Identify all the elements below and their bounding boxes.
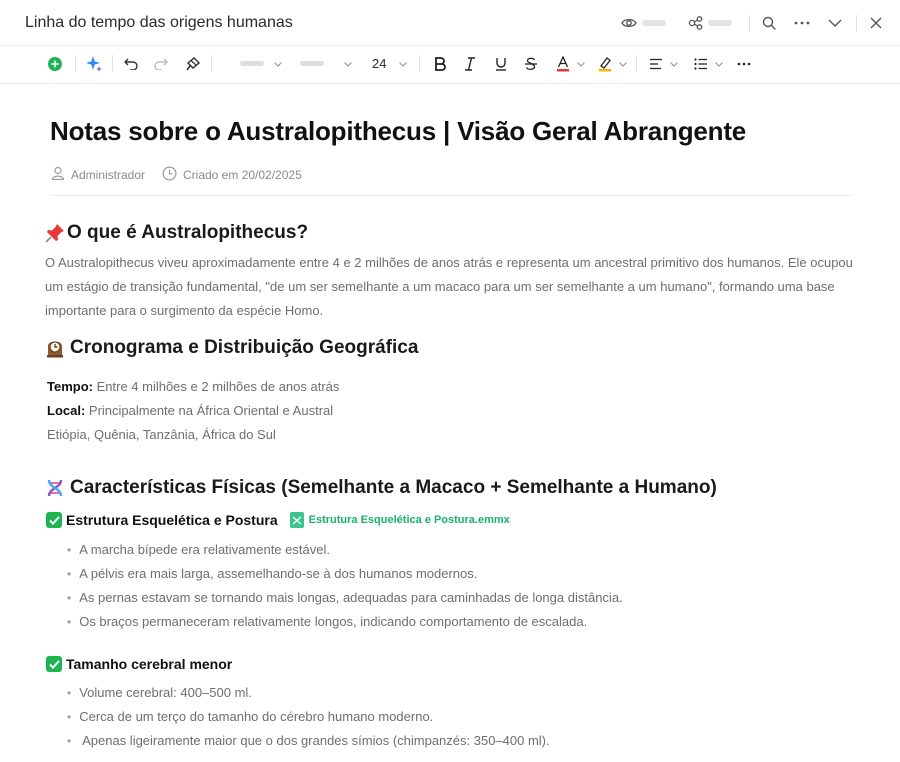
search-icon[interactable] [759, 13, 779, 33]
strikethrough-icon[interactable] [522, 53, 540, 75]
attachment-link[interactable]: Estrutura Esquelética e Postura.emmx [289, 512, 510, 528]
divider [75, 55, 76, 71]
redo-icon[interactable] [152, 53, 170, 75]
divider [112, 55, 113, 71]
place-line: Local: Principalmente na África Oriental… [47, 403, 334, 418]
font-color-icon[interactable] [554, 53, 572, 75]
mindmap-file-icon [289, 512, 304, 528]
list-item: Os braços permaneceram relativamente lon… [67, 610, 623, 634]
add-icon[interactable] [46, 53, 64, 75]
divider [419, 55, 420, 71]
list-item: A marcha bípede era relativamente estáve… [67, 538, 623, 562]
format-toolbar: 24 [0, 46, 900, 84]
time-line: Tempo: Entre 4 milhões e 2 milhões de an… [47, 379, 340, 394]
chevron-down-icon[interactable] [825, 13, 845, 33]
ai-sparkle-icon[interactable] [85, 53, 103, 75]
title-bar: Linha do tempo das origens humanas [0, 0, 900, 46]
divider [856, 15, 857, 32]
section-heading: Cronograma e Distribuição Geográfica [45, 337, 418, 359]
created-meta: Criado em 20/02/2025 [162, 166, 302, 184]
share-icon[interactable] [686, 13, 706, 33]
more-icon[interactable] [792, 13, 812, 33]
list-item: Volume cerebral: 400–500 ml. [67, 681, 550, 705]
divider [749, 15, 750, 32]
close-icon[interactable] [866, 13, 886, 33]
list-item: Cerca de um terço do tamanho do cérebro … [67, 705, 550, 729]
highlight-icon[interactable] [596, 53, 614, 75]
list-icon[interactable] [692, 53, 710, 75]
author-meta: Administrador [51, 166, 145, 183]
window-title: Linha do tempo das origens humanas [25, 14, 293, 31]
chevron-down-icon[interactable] [713, 53, 725, 75]
chevron-down-icon[interactable] [272, 53, 284, 75]
subsection-heading: Estrutura Esquelética e Postura Estrutur… [46, 512, 510, 528]
bold-icon[interactable] [431, 53, 449, 75]
align-icon[interactable] [647, 53, 665, 75]
header-divider [50, 195, 852, 196]
checkmark-icon [46, 512, 62, 528]
list-item: Apenas ligeiramente maior que o dos gran… [67, 729, 550, 753]
subsection-heading: Tamanho cerebral menor [46, 656, 232, 672]
pushpin-icon [45, 223, 65, 243]
chevron-down-icon[interactable] [397, 53, 409, 75]
bullet-list: A marcha bípede era relativamente estáve… [67, 538, 623, 634]
section-paragraph: O Australopithecus viveu aproximadamente… [45, 255, 853, 318]
chevron-down-icon[interactable] [342, 53, 354, 75]
user-icon [51, 166, 65, 183]
more-icon[interactable] [735, 53, 753, 75]
font-size-select[interactable]: 24 [372, 56, 386, 71]
checkmark-icon [46, 656, 62, 672]
list-item: A pélvis era mais larga, assemelhando-se… [67, 562, 623, 586]
divider [636, 55, 637, 71]
view-count-placeholder [642, 20, 666, 26]
list-item: As pernas estavam se tornando mais longa… [67, 586, 622, 610]
mantel-clock-icon [45, 338, 65, 358]
section-heading: O que é Australopithecus? [45, 222, 308, 244]
bullet-list: Volume cerebral: 400–500 ml. Cerca de um… [67, 681, 550, 753]
format-painter-icon[interactable] [184, 53, 202, 75]
font-family-select[interactable] [240, 61, 264, 66]
author-name: Administrador [71, 167, 146, 182]
document-title[interactable]: Notas sobre o Australopithecus | Visão G… [50, 116, 746, 147]
dna-icon [45, 478, 65, 498]
share-count-placeholder [708, 20, 732, 26]
underline-icon[interactable] [492, 53, 510, 75]
undo-icon[interactable] [122, 53, 140, 75]
section-heading: Características Físicas (Semelhante a Ma… [45, 477, 717, 499]
chevron-down-icon[interactable] [668, 53, 680, 75]
paragraph-style-select[interactable] [300, 61, 324, 66]
italic-icon[interactable] [461, 53, 479, 75]
created-date: Criado em 20/02/2025 [183, 168, 302, 182]
chevron-down-icon[interactable] [617, 53, 629, 75]
chevron-down-icon[interactable] [575, 53, 587, 75]
clock-icon [162, 166, 177, 184]
countries-line: Etiópia, Quênia, Tanzânia, África do Sul [47, 427, 276, 442]
eye-icon[interactable] [619, 13, 639, 33]
divider [211, 55, 212, 71]
